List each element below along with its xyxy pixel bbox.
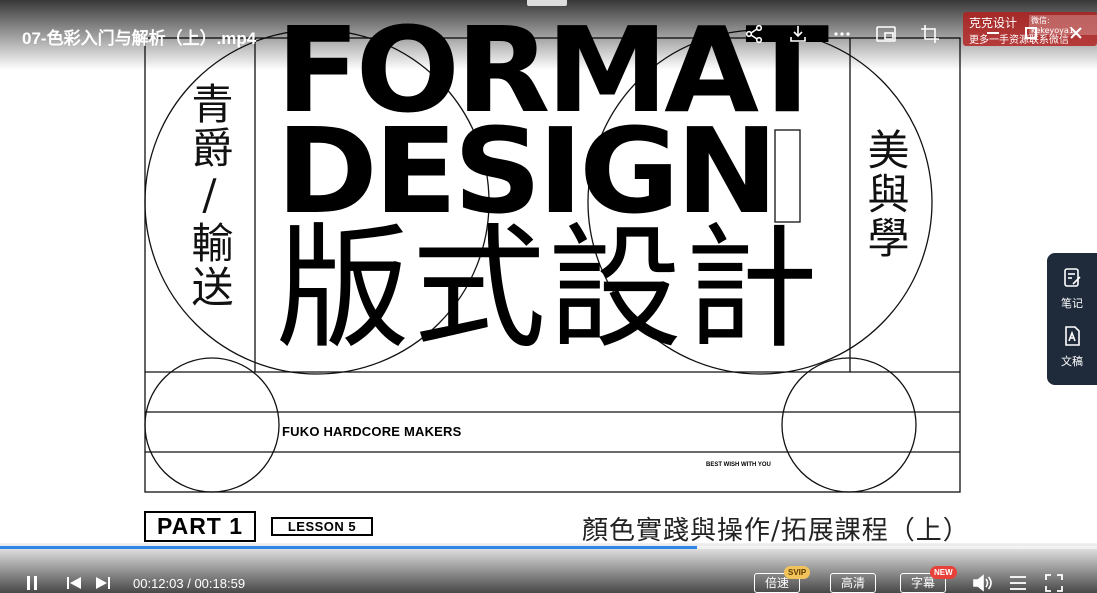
volume-icon (973, 574, 992, 592)
close-button[interactable] (1065, 22, 1087, 44)
left-vertical-text: 青爵/輸送 (185, 82, 234, 309)
share-icon[interactable] (740, 20, 768, 48)
picture-in-picture-icon[interactable] (872, 20, 900, 48)
previous-button[interactable] (64, 574, 84, 592)
video-frame[interactable]: FORMAT DESIGN 版式設計 青爵/輸送 美與學 FUKO HARDCO… (0, 0, 1097, 593)
kanji-title: 版式設計 (276, 211, 821, 367)
fullscreen-icon (1045, 574, 1063, 592)
title-design: DESIGN (276, 102, 778, 241)
transcript-label: 文稿 (1061, 355, 1083, 368)
next-button[interactable] (93, 574, 113, 592)
subtitle-label: 字幕 (910, 576, 935, 590)
progress-bar[interactable] (0, 546, 1097, 549)
side-panel: 笔记 文稿 (1047, 253, 1097, 385)
fullscreen-button[interactable] (1042, 573, 1066, 593)
more-icon[interactable] (828, 20, 856, 48)
video-title: 07-色彩入门与解析（上）.mp4 (22, 29, 257, 48)
top-timestamp-tab (527, 0, 567, 6)
quality-label: 高清 (840, 576, 865, 590)
transcript-button[interactable]: 文稿 (1047, 325, 1097, 369)
maker-text: FUKO HARDCORE MAKERS (282, 424, 462, 439)
notes-icon (1064, 268, 1081, 287)
best-wish-text: BEST WISH WITH YOU (706, 462, 771, 468)
skip-next-icon (96, 577, 110, 589)
minimize-button[interactable] (982, 22, 1004, 44)
skip-previous-icon (67, 577, 81, 589)
lesson-label: LESSON 5 (271, 517, 373, 536)
part-label: PART 1 (144, 511, 256, 542)
pause-icon (27, 576, 37, 590)
playlist-button[interactable] (1006, 573, 1030, 593)
course-subtitle: 顏色實踐與操作/拓展課程（上） (582, 516, 970, 546)
speed-label: 倍速 (764, 576, 789, 590)
right-vertical-text: 美與學 (861, 128, 910, 260)
svip-badge: SVIP (784, 566, 811, 579)
top-toolbar (740, 20, 960, 48)
time-display: 00:12:03 / 00:18:59 (133, 576, 246, 591)
download-icon[interactable] (784, 20, 812, 48)
notes-button[interactable]: 笔记 (1047, 267, 1097, 311)
volume-button[interactable] (970, 573, 994, 593)
progress-fill (0, 546, 697, 549)
pause-button[interactable] (22, 574, 42, 592)
document-ai-icon (1065, 326, 1080, 346)
crop-icon[interactable] (916, 20, 944, 48)
quality-button[interactable]: 高清 (830, 573, 876, 593)
playlist-icon (1010, 576, 1026, 590)
maximize-button[interactable] (1020, 22, 1042, 44)
new-badge: NEW (930, 566, 957, 579)
notes-label: 笔记 (1061, 297, 1083, 310)
